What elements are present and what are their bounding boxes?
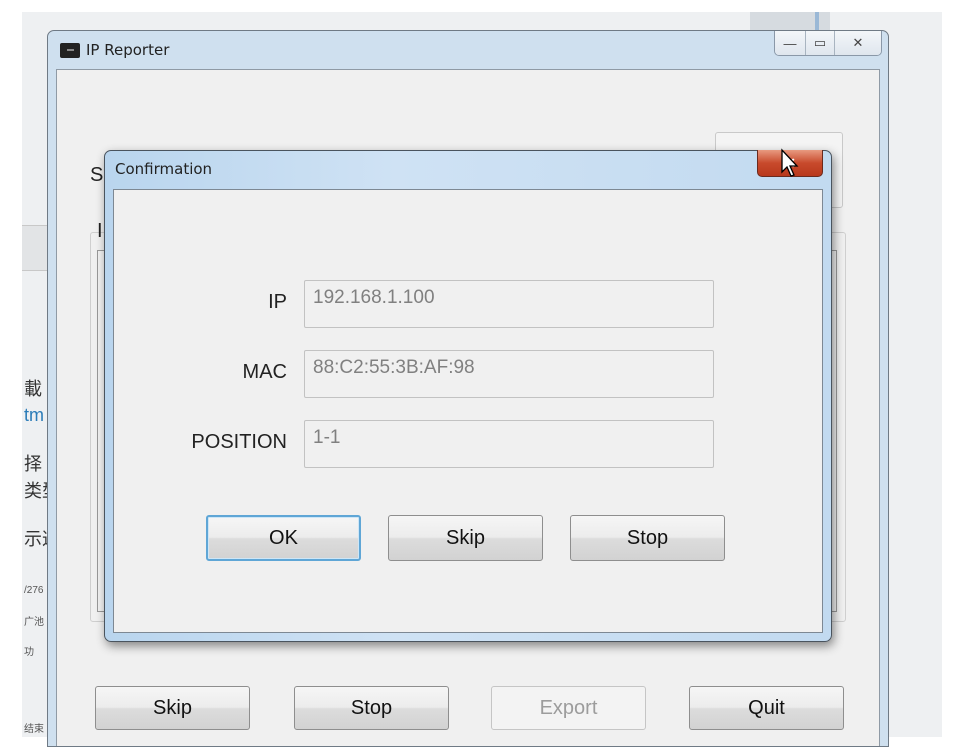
close-icon: ✕: [852, 35, 864, 50]
quit-button[interactable]: Quit: [689, 686, 844, 730]
dialog-title: Confirmation: [115, 160, 213, 178]
export-button[interactable]: Export: [491, 686, 646, 730]
window-title-bar: IP Reporter: [60, 41, 169, 59]
maximize-icon: ▭: [813, 35, 827, 50]
ip-label: IP: [268, 291, 287, 313]
close-button[interactable]: ✕: [834, 31, 881, 55]
ok-button[interactable]: OK: [206, 515, 361, 561]
maximize-button[interactable]: ▭: [805, 31, 834, 55]
ip-field[interactable]: 192.168.1.100: [304, 280, 714, 328]
dialog-skip-button[interactable]: Skip: [388, 515, 543, 561]
minimize-button[interactable]: —: [775, 31, 805, 55]
confirmation-dialog: Confirmation ✕ IP 192.168.1.100 MAC 88:C…: [104, 150, 832, 642]
position-field[interactable]: 1-1: [304, 420, 714, 468]
window-controls: — ▭ ✕: [774, 31, 882, 56]
skip-button[interactable]: Skip: [95, 686, 250, 730]
stop-button[interactable]: Stop: [294, 686, 449, 730]
position-label: POSITION: [191, 431, 287, 453]
dialog-stop-button[interactable]: Stop: [570, 515, 725, 561]
mac-label: MAC: [242, 361, 287, 383]
minimize-icon: —: [783, 35, 797, 51]
group-label: I: [97, 220, 103, 242]
mouse-cursor-icon: [781, 148, 799, 177]
window-title: IP Reporter: [86, 41, 170, 59]
mac-field[interactable]: 88:C2:55:3B:AF:98: [304, 350, 714, 398]
dialog-client-area: IP 192.168.1.100 MAC 88:C2:55:3B:AF:98 P…: [113, 189, 823, 633]
app-icon: [60, 42, 80, 58]
